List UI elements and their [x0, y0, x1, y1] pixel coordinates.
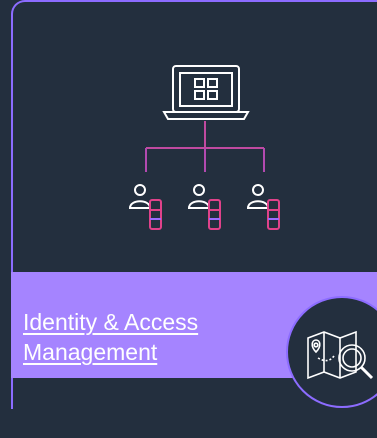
map-search-icon — [307, 330, 374, 380]
user-device-icon — [246, 184, 280, 230]
badge-circle — [286, 296, 377, 408]
title-line-1: Identity & Access — [23, 309, 199, 335]
title-line-2: Management — [23, 339, 158, 365]
card-title-link[interactable]: Identity & Access Management — [23, 307, 283, 367]
connector-lines — [145, 121, 265, 172]
user-device-icon — [187, 184, 221, 230]
user-device-icon — [128, 184, 162, 230]
iam-card[interactable]: Identity & Access Management — [0, 0, 377, 438]
laptop-icon — [162, 65, 250, 120]
iam-diagram — [128, 65, 280, 230]
